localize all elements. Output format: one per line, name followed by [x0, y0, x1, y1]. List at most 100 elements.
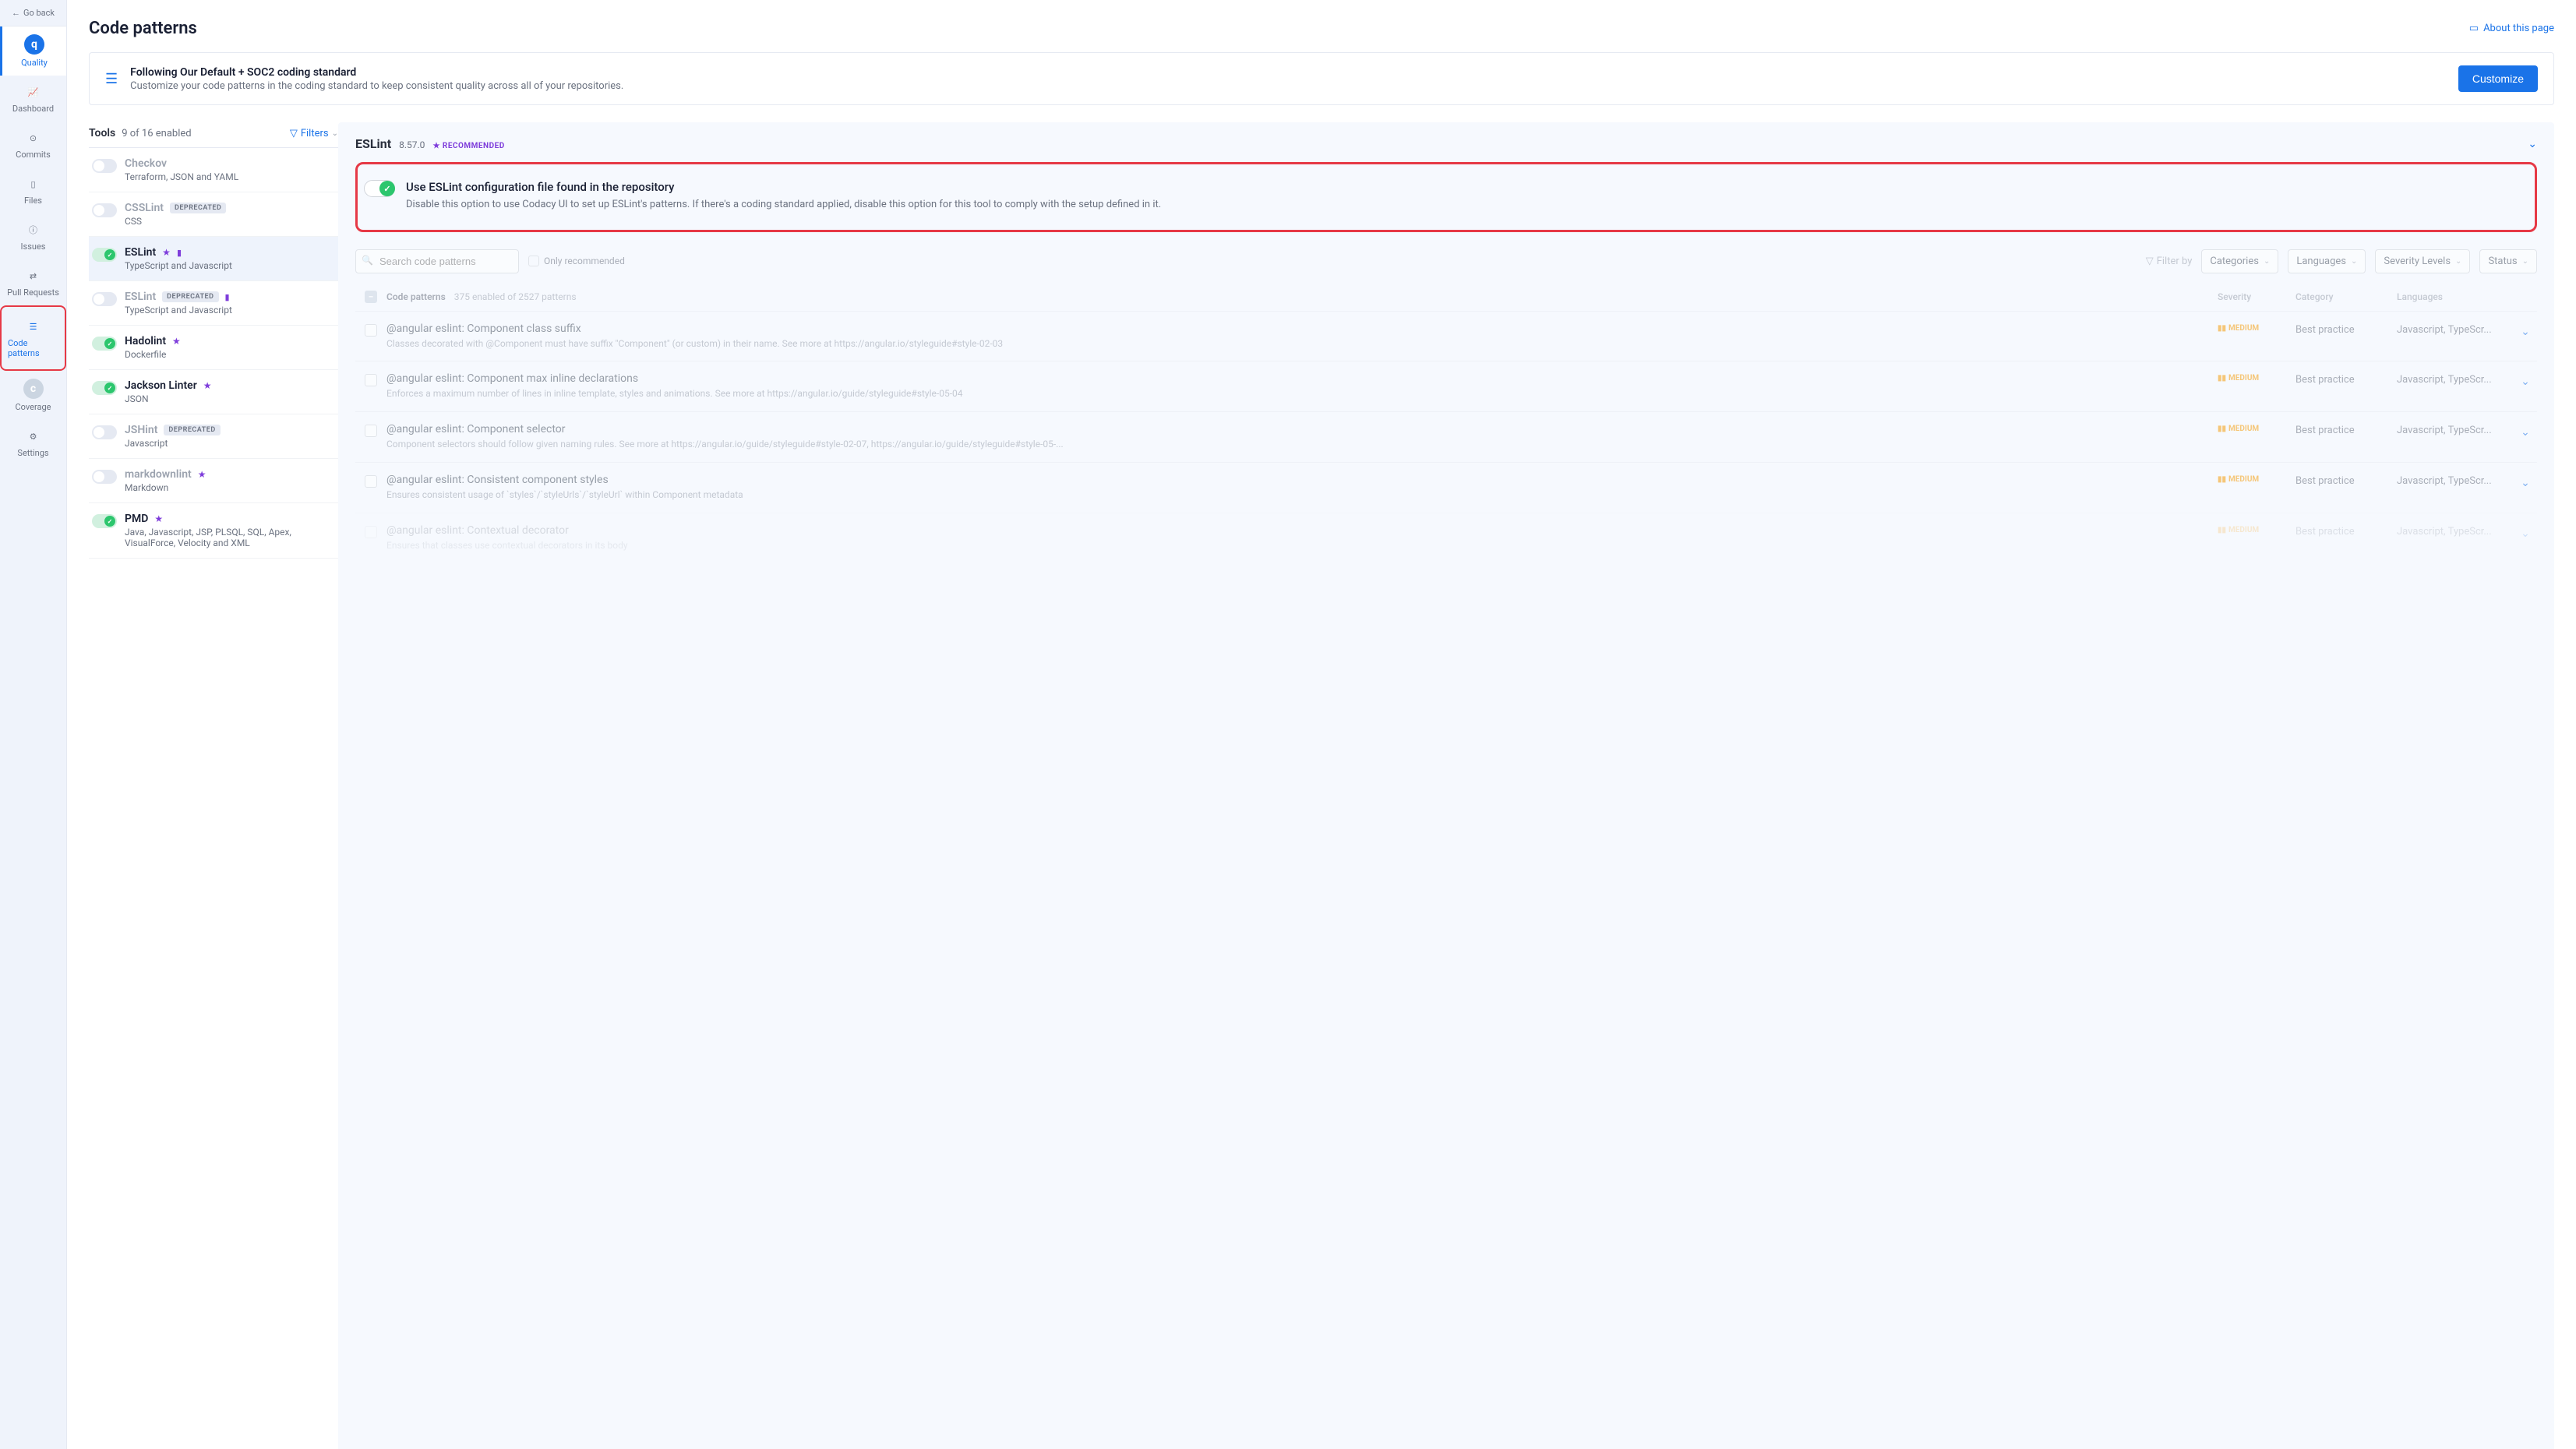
nav-quality[interactable]: q Quality [0, 26, 66, 76]
tool-toggle[interactable] [92, 514, 117, 528]
commit-icon: ⊙ [25, 129, 42, 146]
chevron-down-icon: ⌄ [2264, 257, 2270, 266]
pattern-title: @angular eslint: Component selector [386, 423, 2218, 435]
tool-row[interactable]: ESLint ★ ▮ TypeScript and Javascript [89, 237, 338, 281]
categories-dropdown[interactable]: Categories⌄ [2201, 249, 2278, 273]
pattern-row[interactable]: @angular eslint: Component class suffix … [355, 311, 2537, 361]
tool-row[interactable]: ESLint DEPRECATED ▮ TypeScript and Javas… [89, 281, 338, 326]
nav-dashboard[interactable]: 📈 Dashboard [0, 76, 66, 122]
chevron-down-icon: ⌄ [2521, 375, 2530, 388]
pattern-category: Best practice [2295, 323, 2397, 351]
tools-filters-link[interactable]: ▽ Filters ⌄ [290, 128, 338, 139]
tools-count: 9 of 16 enabled [122, 128, 191, 139]
tool-toggle[interactable] [92, 470, 117, 484]
tool-languages: TypeScript and Javascript [125, 305, 333, 316]
th-category[interactable]: Category [2295, 291, 2397, 302]
pause-icon: ▮▮ [2218, 526, 2226, 534]
detail-version: 8.57.0 [399, 139, 425, 150]
tool-row[interactable]: markdownlint ★ Markdown [89, 459, 338, 503]
tool-name: JSHint [125, 424, 157, 436]
pattern-checkbox[interactable] [365, 526, 377, 538]
pattern-row[interactable]: @angular eslint: Component max inline de… [355, 361, 2537, 411]
tool-row[interactable]: Hadolint ★ Dockerfile [89, 326, 338, 370]
tool-name: CSSLint [125, 202, 164, 214]
nav-coverage[interactable]: c Coverage [0, 371, 66, 420]
tool-toggle[interactable] [92, 159, 117, 173]
nav-label: Issues [21, 242, 46, 252]
pattern-description: Ensures consistent usage of `styles`/`st… [386, 488, 2218, 502]
tool-name: markdownlint [125, 468, 192, 481]
expand-button[interactable]: ⌄ [2514, 524, 2537, 552]
pattern-category: Best practice [2295, 372, 2397, 400]
nav-commits[interactable]: ⊙ Commits [0, 122, 66, 167]
chevron-down-icon: ⌄ [2351, 257, 2357, 266]
config-file-toggle[interactable]: ✓ [364, 180, 395, 197]
about-page-link[interactable]: ▭ About this page [2469, 23, 2554, 34]
go-back-link[interactable]: ← Go back [0, 0, 66, 26]
tool-languages: Dockerfile [125, 349, 333, 360]
expand-button[interactable]: ⌄ [2514, 423, 2537, 451]
tool-toggle[interactable] [92, 248, 117, 262]
pattern-checkbox[interactable] [365, 374, 377, 386]
severity-dropdown[interactable]: Severity Levels⌄ [2375, 249, 2470, 273]
search-input[interactable] [355, 249, 519, 273]
tool-toggle[interactable] [92, 292, 117, 306]
pattern-checkbox[interactable] [365, 324, 377, 337]
pattern-description: Enforces a maximum number of lines in in… [386, 387, 2218, 400]
pattern-checkbox[interactable] [365, 425, 377, 437]
th-languages[interactable]: Languages [2397, 291, 2514, 302]
nav-label: Commits [16, 150, 51, 160]
tool-row[interactable]: CSSLint DEPRECATED CSS [89, 192, 338, 237]
tool-toggle[interactable] [92, 337, 117, 351]
status-dropdown[interactable]: Status⌄ [2479, 249, 2537, 273]
tool-name: Jackson Linter [125, 379, 197, 392]
expand-button[interactable]: ⌄ [2514, 474, 2537, 502]
tools-column: Tools 9 of 16 enabled ▽ Filters ⌄ Checko… [89, 122, 338, 1449]
tool-row[interactable]: JSHint DEPRECATED Javascript [89, 414, 338, 459]
tool-name: Hadolint [125, 335, 166, 347]
tools-label: Tools [89, 127, 115, 139]
nav-code-patterns[interactable]: ☰ Code patterns [5, 310, 62, 366]
only-recommended-checkbox[interactable]: Only recommended [528, 256, 625, 266]
pattern-checkbox[interactable] [365, 475, 377, 488]
pattern-description: Component selectors should follow given … [386, 438, 2218, 451]
nav-files[interactable]: ▯ Files [0, 167, 66, 213]
pattern-languages: Javascript, TypeScr... [2397, 323, 2514, 351]
select-all-checkbox[interactable]: − [365, 291, 377, 303]
tool-languages: JSON [125, 393, 333, 404]
nav-issues[interactable]: ⓘ Issues [0, 213, 66, 259]
expand-button[interactable]: ⌄ [2514, 372, 2537, 400]
pattern-languages: Javascript, TypeScr... [2397, 474, 2514, 502]
pattern-row[interactable]: @angular eslint: Consistent component st… [355, 462, 2537, 513]
tool-row[interactable]: Jackson Linter ★ JSON [89, 370, 338, 414]
pattern-row[interactable]: @angular eslint: Contextual decorator En… [355, 513, 2537, 563]
tool-row[interactable]: PMD ★ Java, Javascript, JSP, PLSQL, SQL,… [89, 503, 338, 559]
th-severity[interactable]: Severity [2218, 291, 2295, 302]
list-icon: ☰ [25, 318, 42, 335]
chevron-down-icon: ⌄ [2521, 426, 2530, 439]
nav-pull-requests[interactable]: ⇄ Pull Requests [0, 259, 66, 305]
tool-name: ESLint [125, 246, 156, 259]
page-title: Code patterns [89, 19, 197, 38]
customize-button[interactable]: Customize [2458, 65, 2538, 92]
tool-languages: Markdown [125, 482, 333, 493]
languages-dropdown[interactable]: Languages⌄ [2288, 249, 2366, 273]
config-file-option-highlight: ✓ Use ESLint configuration file found in… [355, 162, 2537, 232]
tool-toggle[interactable] [92, 203, 117, 217]
pattern-title: @angular eslint: Component max inline de… [386, 372, 2218, 385]
pattern-description: Classes decorated with @Component must h… [386, 337, 2218, 351]
tool-toggle[interactable] [92, 425, 117, 439]
chevron-down-icon[interactable]: ⌄ [2528, 138, 2537, 150]
pattern-languages: Javascript, TypeScr... [2397, 372, 2514, 400]
chevron-down-icon: ⌄ [2455, 257, 2461, 266]
pattern-severity: ▮▮ MEDIUM [2218, 524, 2295, 552]
pattern-row[interactable]: @angular eslint: Component selector Comp… [355, 411, 2537, 462]
tool-row[interactable]: Checkov Terraform, JSON and YAML [89, 148, 338, 192]
nav-label: Pull Requests [7, 287, 59, 298]
expand-button[interactable]: ⌄ [2514, 323, 2537, 351]
star-icon: ★ [172, 336, 181, 347]
tool-toggle[interactable] [92, 381, 117, 395]
nav-settings[interactable]: ⚙ Settings [0, 420, 66, 466]
tool-detail-column: ESLint 8.57.0 ★ RECOMMENDED ⌄ ✓ Use E [338, 122, 2554, 1449]
file-icon: ▯ [25, 175, 42, 192]
